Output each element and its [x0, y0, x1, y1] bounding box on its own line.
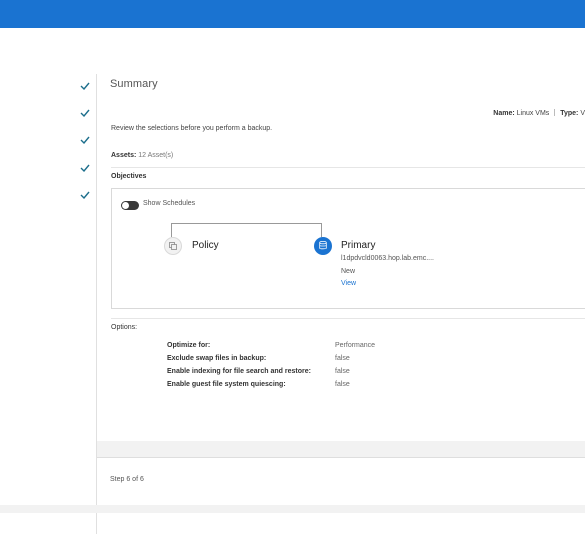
show-schedules-toggle[interactable] — [121, 201, 139, 210]
options-heading: Options: — [111, 324, 138, 331]
objectives-panel: Show Schedules Policy Primary l1dpdvcld0… — [111, 188, 585, 309]
name-value: Linux VMs — [516, 110, 550, 117]
options-divider — [111, 318, 585, 319]
page-title: Summary — [110, 78, 158, 90]
policy-node-icon — [164, 237, 182, 255]
option-value: false — [335, 381, 350, 388]
bottom-bar — [0, 505, 585, 513]
option-key: Enable indexing for file search and rest… — [167, 368, 311, 375]
objectives-heading: Objectives — [111, 173, 147, 180]
assets-summary: Assets: 12 Asset(s) — [111, 152, 173, 159]
summary-panel: Summary Name: Linux VMs Type: V Review t… — [97, 28, 585, 513]
primary-node-icon — [314, 237, 332, 255]
primary-status: New — [341, 268, 356, 275]
copy-icon — [169, 242, 177, 250]
option-key: Enable guest file system quiescing: — [167, 381, 286, 388]
database-icon — [319, 241, 327, 250]
step-2-check-icon — [80, 109, 92, 119]
step-3-check-icon — [80, 136, 92, 146]
name-label: Name: — [493, 110, 515, 117]
primary-node-title: Primary — [341, 240, 376, 251]
selection-info-bar: Name: Linux VMs Type: V — [493, 109, 585, 117]
option-value: false — [335, 368, 350, 375]
wizard-steps-column — [0, 28, 97, 534]
assets-count: 12 Asset(s) — [138, 152, 174, 159]
content-footer-band — [97, 441, 585, 457]
step-4-check-icon — [80, 164, 92, 174]
primary-view-link[interactable]: View — [341, 280, 356, 287]
wizard-page: Summary Name: Linux VMs Type: V Review t… — [0, 28, 585, 534]
info-separator — [554, 109, 556, 116]
type-label: Type: — [560, 110, 579, 117]
primary-host-name: l1dpdvcld0063.hop.lab.emc.... — [341, 255, 435, 262]
assets-label: Assets: — [111, 152, 137, 159]
step-1-check-icon — [80, 82, 92, 92]
step-indicator: Step 6 of 6 — [110, 476, 144, 483]
option-key: Optimize for: — [167, 342, 211, 349]
show-schedules-label: Show Schedules — [143, 200, 196, 207]
option-value: Performance — [335, 342, 376, 349]
option-key: Exclude swap files in backup: — [167, 355, 267, 362]
option-value: false — [335, 355, 350, 362]
policy-node-title: Policy — [192, 240, 219, 251]
type-value: V — [580, 110, 585, 117]
objective-connector-line — [171, 223, 322, 237]
top-header-bar — [0, 0, 585, 28]
footer-divider — [97, 457, 585, 458]
step-5-check-icon — [80, 191, 92, 201]
section-divider — [111, 167, 585, 168]
review-instruction: Review the selections before you perform… — [111, 125, 273, 132]
